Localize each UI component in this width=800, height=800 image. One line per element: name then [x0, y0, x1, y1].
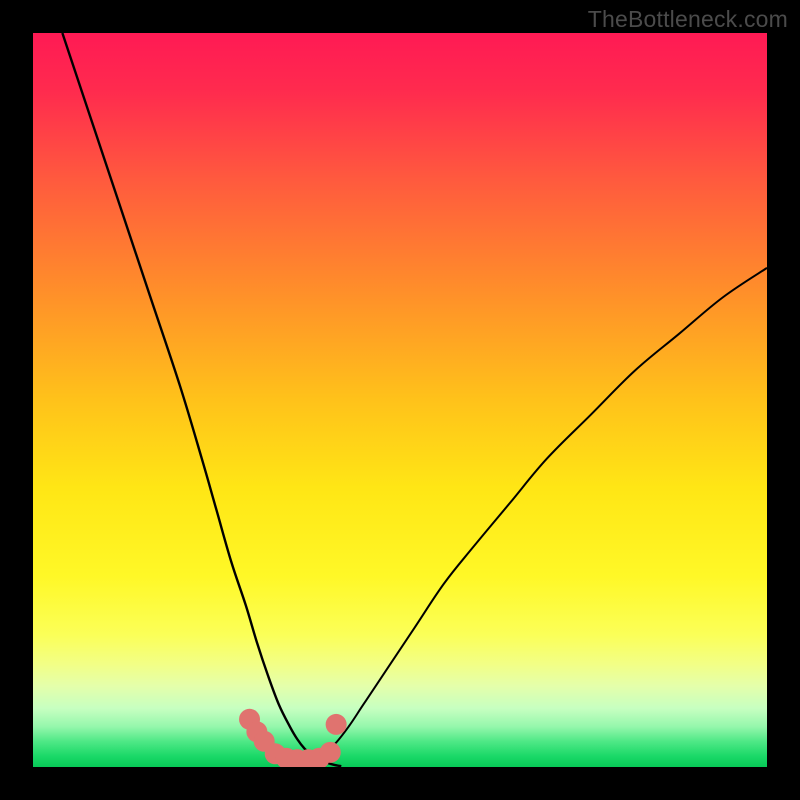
- left-curve: [62, 33, 341, 766]
- marker-dot: [326, 714, 347, 735]
- plot-area: [33, 33, 767, 767]
- right-curve: [290, 268, 767, 766]
- curves-layer: [33, 33, 767, 767]
- chart-frame: TheBottleneck.com: [0, 0, 800, 800]
- watermark-text: TheBottleneck.com: [588, 6, 788, 33]
- marker-dot: [320, 742, 341, 763]
- marker-cluster: [239, 709, 347, 767]
